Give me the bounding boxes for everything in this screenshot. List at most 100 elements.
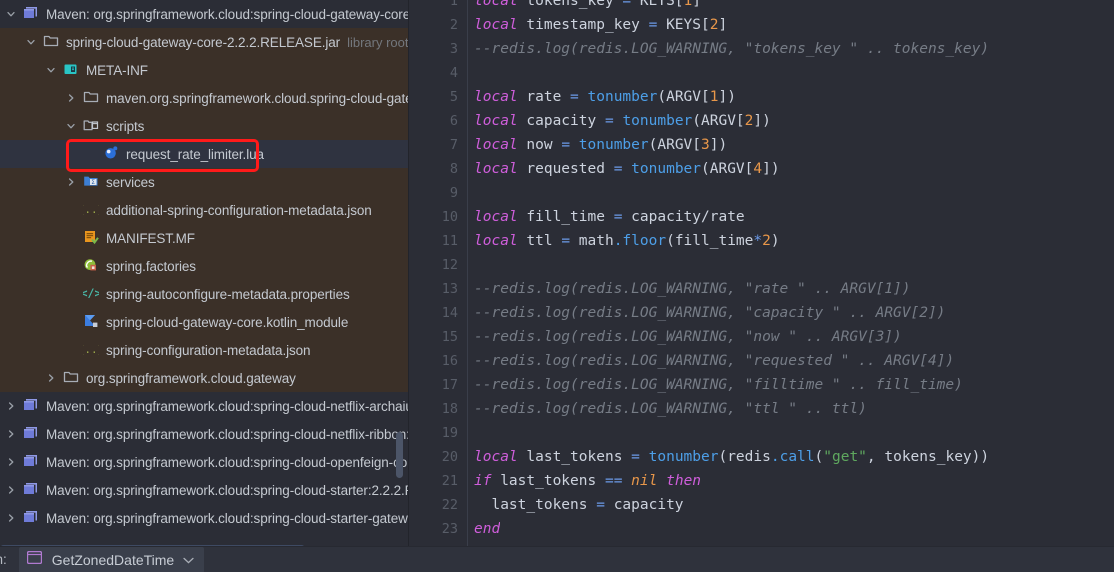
tree-node[interactable]: Σservices bbox=[0, 168, 409, 196]
tree-node[interactable]: scripts bbox=[0, 112, 409, 140]
code-token: last_tokens bbox=[474, 497, 597, 513]
tree-node[interactable]: </> spring-autoconfigure-metadata.propert… bbox=[0, 280, 409, 308]
code-text[interactable] bbox=[468, 253, 483, 277]
tree-node[interactable]: spring.factories bbox=[0, 252, 409, 280]
code-text[interactable]: end bbox=[468, 517, 500, 541]
code-text[interactable] bbox=[468, 181, 483, 205]
code-token: last_tokens bbox=[500, 473, 605, 489]
chevron-down-icon[interactable] bbox=[183, 551, 194, 569]
chevron-right-icon[interactable] bbox=[4, 513, 18, 523]
tree-node-label: Maven: org.springframework.cloud:spring-… bbox=[46, 426, 409, 442]
tree-node[interactable]: Maven: org.springframework.cloud:spring-… bbox=[0, 392, 409, 420]
run-toolbar[interactable]: un: GetZonedDateTime bbox=[0, 546, 1114, 572]
code-line[interactable]: 16 --redis.log(redis.LOG_WARNING, "reques… bbox=[409, 349, 1114, 373]
code-text[interactable]: local requested = tonumber(ARGV[4]) bbox=[468, 157, 780, 181]
code-line[interactable]: 3 --redis.log(redis.LOG_WARNING, "tokens_… bbox=[409, 37, 1114, 61]
chevron-right-icon[interactable] bbox=[4, 429, 18, 439]
code-line[interactable]: 4 bbox=[409, 61, 1114, 85]
chevron-down-icon[interactable] bbox=[24, 37, 38, 47]
code-text[interactable]: --redis.log(redis.LOG_WARNING, "ttl " ..… bbox=[468, 397, 867, 421]
tree-node[interactable]: spring-cloud-gateway-core.kotlin_module bbox=[0, 308, 409, 336]
code-text[interactable]: local fill_time = capacity/rate bbox=[468, 205, 745, 229]
tree-node[interactable]: META-INF bbox=[0, 56, 409, 84]
code-line[interactable]: 6 local capacity = tonumber(ARGV[2]) bbox=[409, 109, 1114, 133]
code-text[interactable]: local now = tonumber(ARGV[3]) bbox=[468, 133, 727, 157]
code-line[interactable]: 12 bbox=[409, 253, 1114, 277]
code-text[interactable]: local last_tokens = tonumber(redis.call(… bbox=[468, 445, 989, 469]
code-line[interactable]: 17 --redis.log(redis.LOG_WARNING, "fillti… bbox=[409, 373, 1114, 397]
tree-node[interactable]: spring-cloud-gateway-core-2.2.2.RELEASE.… bbox=[0, 28, 409, 56]
tree-node[interactable]: Maven: org.springframework.cloud:spring-… bbox=[0, 476, 409, 504]
code-line[interactable]: 7 local now = tonumber(ARGV[3]) bbox=[409, 133, 1114, 157]
tree-node[interactable]: Maven: org.springframework.cloud:spring-… bbox=[0, 0, 409, 28]
folder-icon bbox=[83, 89, 101, 107]
chevron-right-icon[interactable] bbox=[64, 177, 78, 187]
code-text[interactable]: --redis.log(redis.LOG_WARNING, "requeste… bbox=[468, 349, 954, 373]
code-line[interactable]: 1 local tokens_key = KEYS[1] bbox=[409, 0, 1114, 13]
code-editor[interactable]: 1 local tokens_key = KEYS[1] 2 local timest… bbox=[409, 0, 1114, 572]
chevron-right-icon[interactable] bbox=[44, 373, 58, 383]
code-line[interactable]: 2 local timestamp_key = KEYS[2] bbox=[409, 13, 1114, 37]
code-token: tonumber bbox=[578, 137, 649, 153]
tree-node[interactable]: org.springframework.cloud.gateway bbox=[0, 364, 409, 392]
tree-node[interactable]: Maven: org.springframework.cloud:spring-… bbox=[0, 504, 409, 532]
code-line[interactable]: 15 --redis.log(redis.LOG_WARNING, "now " … bbox=[409, 325, 1114, 349]
code-lines[interactable]: 1 local tokens_key = KEYS[1] 2 local timest… bbox=[409, 0, 1114, 572]
code-line[interactable]: 8 local requested = tonumber(ARGV[4]) bbox=[409, 157, 1114, 181]
code-text[interactable]: --redis.log(redis.LOG_WARNING, "filltime… bbox=[468, 373, 963, 397]
chevron-right-icon[interactable] bbox=[64, 93, 78, 103]
code-text[interactable]: --redis.log(redis.LOG_WARNING, "rate " .… bbox=[468, 277, 911, 301]
code-line[interactable]: 22 last_tokens = capacity bbox=[409, 493, 1114, 517]
code-token: = bbox=[561, 137, 579, 153]
run-config-icon bbox=[26, 550, 42, 569]
scripts-folder-icon bbox=[83, 117, 101, 135]
code-text[interactable] bbox=[468, 421, 483, 445]
chevron-right-icon[interactable] bbox=[4, 457, 18, 467]
tree-node[interactable]: maven.org.springframework.cloud.spring-c… bbox=[0, 84, 409, 112]
code-token: 3 bbox=[701, 137, 710, 153]
maven-module-icon bbox=[23, 481, 41, 499]
code-text[interactable]: --redis.log(redis.LOG_WARNING, "tokens_k… bbox=[468, 37, 989, 61]
code-token: == bbox=[604, 473, 632, 489]
sidebar-vertical-scrollbar[interactable] bbox=[396, 432, 403, 478]
code-text[interactable]: --redis.log(redis.LOG_WARNING, "now " ..… bbox=[468, 325, 902, 349]
code-line[interactable]: 14 --redis.log(redis.LOG_WARNING, "capaci… bbox=[409, 301, 1114, 325]
code-line[interactable]: 13 --redis.log(redis.LOG_WARNING, "rate "… bbox=[409, 277, 1114, 301]
chevron-down-icon[interactable] bbox=[64, 121, 78, 131]
code-line[interactable]: 21 if last_tokens == nil then bbox=[409, 469, 1114, 493]
code-text[interactable]: local tokens_key = KEYS[1] bbox=[468, 0, 701, 13]
chevron-right-icon[interactable] bbox=[4, 401, 18, 411]
project-tree[interactable]: Maven: org.springframework.cloud:spring-… bbox=[0, 0, 409, 532]
code-text[interactable]: local timestamp_key = KEYS[2] bbox=[468, 13, 727, 37]
code-line[interactable]: 9 bbox=[409, 181, 1114, 205]
tree-node[interactable]: Maven: org.springframework.cloud:spring-… bbox=[0, 420, 409, 448]
code-text[interactable]: --redis.log(redis.LOG_WARNING, "capacity… bbox=[468, 301, 945, 325]
tree-node[interactable]: Maven: org.springframework.cloud:spring-… bbox=[0, 448, 409, 476]
chevron-down-icon[interactable] bbox=[4, 9, 18, 19]
chevron-right-icon[interactable] bbox=[4, 485, 18, 495]
code-line[interactable]: 23 end bbox=[409, 517, 1114, 541]
code-text[interactable]: local ttl = math.floor(fill_time*2) bbox=[468, 229, 780, 253]
run-configuration-selector[interactable]: GetZonedDateTime bbox=[18, 546, 205, 572]
project-tree-panel[interactable]: Maven: org.springframework.cloud:spring-… bbox=[0, 0, 409, 572]
code-text[interactable]: local capacity = tonumber(ARGV[2]) bbox=[468, 109, 771, 133]
tree-node[interactable]: MANIFEST.MF bbox=[0, 224, 409, 252]
code-line[interactable]: 11 local ttl = math.floor(fill_time*2) bbox=[409, 229, 1114, 253]
code-line[interactable]: 20 local last_tokens = tonumber(redis.cal… bbox=[409, 445, 1114, 469]
code-line[interactable]: 18 --redis.log(redis.LOG_WARNING, "ttl " … bbox=[409, 397, 1114, 421]
code-line[interactable]: 10 local fill_time = capacity/rate bbox=[409, 205, 1114, 229]
code-line[interactable]: 5 local rate = tonumber(ARGV[1]) bbox=[409, 85, 1114, 109]
chevron-down-icon[interactable] bbox=[44, 65, 58, 75]
code-text[interactable]: last_tokens = capacity bbox=[468, 493, 683, 517]
tree-node[interactable]: {..} additional-spring-configuration-meta… bbox=[0, 196, 409, 224]
code-token: tokens_key bbox=[526, 0, 623, 9]
code-text[interactable]: local rate = tonumber(ARGV[1]) bbox=[468, 85, 736, 109]
code-text[interactable]: if last_tokens == nil then bbox=[468, 469, 701, 493]
line-number: 22 bbox=[409, 493, 467, 517]
tree-node[interactable]: {..} spring-configuration-metadata.json bbox=[0, 336, 409, 364]
tree-node[interactable]: request_rate_limiter.lua bbox=[0, 140, 409, 168]
json-file-icon: {..} bbox=[83, 201, 101, 219]
code-text[interactable] bbox=[468, 61, 483, 85]
code-line[interactable]: 19 bbox=[409, 421, 1114, 445]
